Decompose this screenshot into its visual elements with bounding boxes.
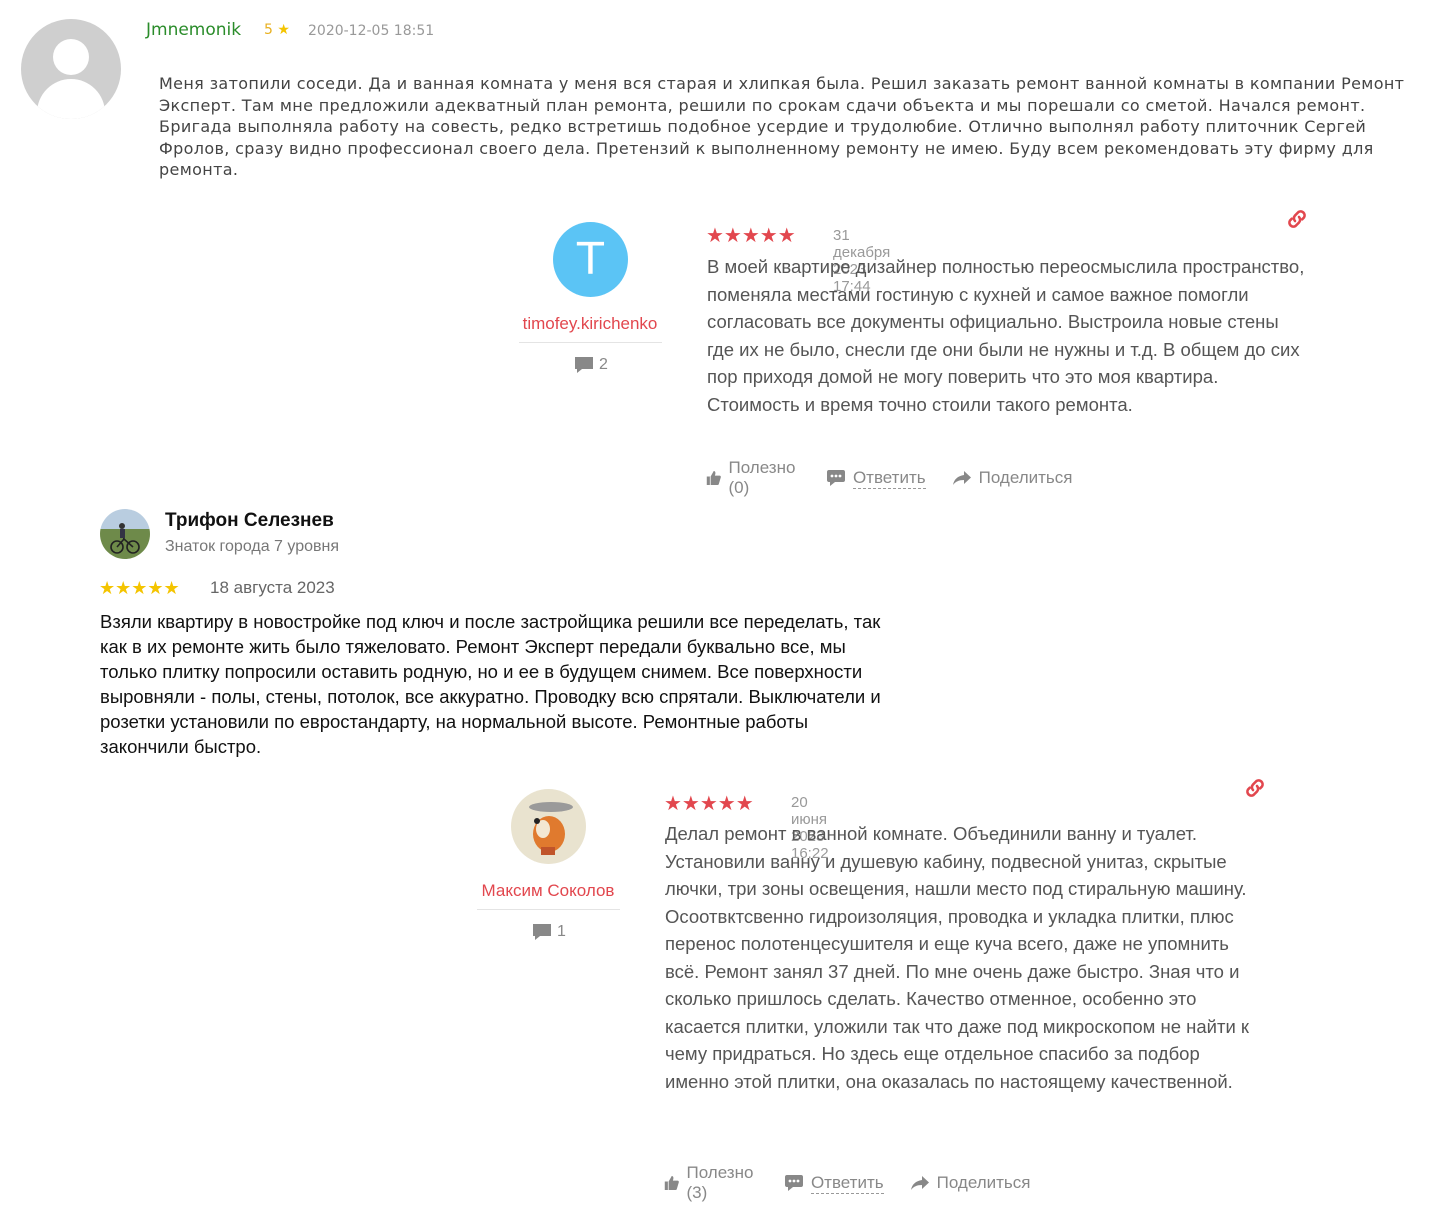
review-text: Делал ремонт в ванной комнате. Объединил…: [665, 823, 1250, 1092]
review-actions: Полезно (0) Ответить Поделиться: [706, 458, 1098, 498]
star-icon: ★: [277, 22, 290, 38]
user-name-link[interactable]: timofey.kirichenko: [520, 314, 660, 334]
reviewer-level: Знаток города 7 уровня: [165, 538, 340, 555]
toy-creature-image: [529, 802, 573, 855]
cyclist-photo: [110, 523, 140, 554]
star-rating: ★★★★★: [664, 793, 754, 815]
comments-count-value: 2: [599, 356, 608, 373]
share-arrow-icon: [952, 471, 971, 485]
thumbs-up-icon: [706, 471, 721, 485]
link-icon[interactable]: [1285, 207, 1309, 231]
user-comments-count[interactable]: 1: [532, 923, 566, 941]
comments-count-value: 1: [557, 923, 566, 940]
share-button[interactable]: Поделиться: [952, 468, 1073, 488]
rating: 5 ★: [264, 22, 290, 38]
comment-icon: [533, 924, 551, 940]
user-avatar[interactable]: [511, 789, 586, 864]
useful-label: Полезно (0): [728, 458, 796, 497]
link-icon[interactable]: [1243, 776, 1267, 800]
user-comments-count[interactable]: 2: [574, 356, 608, 374]
review-text: В моей квартире дизайнер полностью перео…: [707, 256, 1305, 415]
user-name-link[interactable]: Максим Соколов: [478, 881, 618, 901]
user-avatar[interactable]: T: [553, 222, 628, 297]
share-arrow-icon: [910, 1176, 929, 1190]
review-date: 2020-12-05 18:51: [308, 23, 435, 39]
review-actions: Полезно (3) Ответить Поделиться: [664, 1163, 1056, 1203]
reply-button[interactable]: Ответить: [784, 1173, 884, 1194]
divider: [519, 342, 662, 343]
useful-label: Полезно (3): [686, 1163, 754, 1202]
share-label: Поделиться: [978, 468, 1073, 487]
review-author[interactable]: Jmnemonik: [146, 20, 241, 40]
reply-bubble-icon: [784, 1175, 803, 1191]
useful-button[interactable]: Полезно (0): [706, 458, 800, 498]
reviewer-name[interactable]: Трифон Селезнев: [165, 510, 334, 532]
review-text: Меня затопили соседи. Да и ванная комнат…: [159, 74, 1405, 179]
user-avatar[interactable]: [100, 509, 150, 559]
reply-bubble-icon: [826, 470, 845, 486]
share-label: Поделиться: [936, 1173, 1031, 1192]
reply-label: Ответить: [852, 467, 926, 489]
star-rating: ★★★★★: [706, 225, 796, 247]
comment-icon: [575, 357, 593, 373]
rating-value: 5: [264, 22, 273, 38]
review-1: Jmnemonik 5 ★ 2020-12-05 18:51 Меня зато…: [0, 0, 1441, 200]
divider: [477, 909, 620, 910]
share-button[interactable]: Поделиться: [910, 1173, 1031, 1193]
reply-button[interactable]: Ответить: [826, 468, 926, 489]
thumbs-up-icon: [664, 1176, 679, 1190]
avatar-letter: T: [577, 234, 604, 285]
default-avatar: [21, 19, 121, 119]
review-text: Взяли квартиру в новостройке под ключ и …: [100, 611, 881, 757]
reply-label: Ответить: [810, 1172, 884, 1194]
useful-button[interactable]: Полезно (3): [664, 1163, 758, 1203]
review-date: 18 августа 2023: [210, 578, 335, 597]
star-rating: ★★★★★: [99, 578, 180, 598]
